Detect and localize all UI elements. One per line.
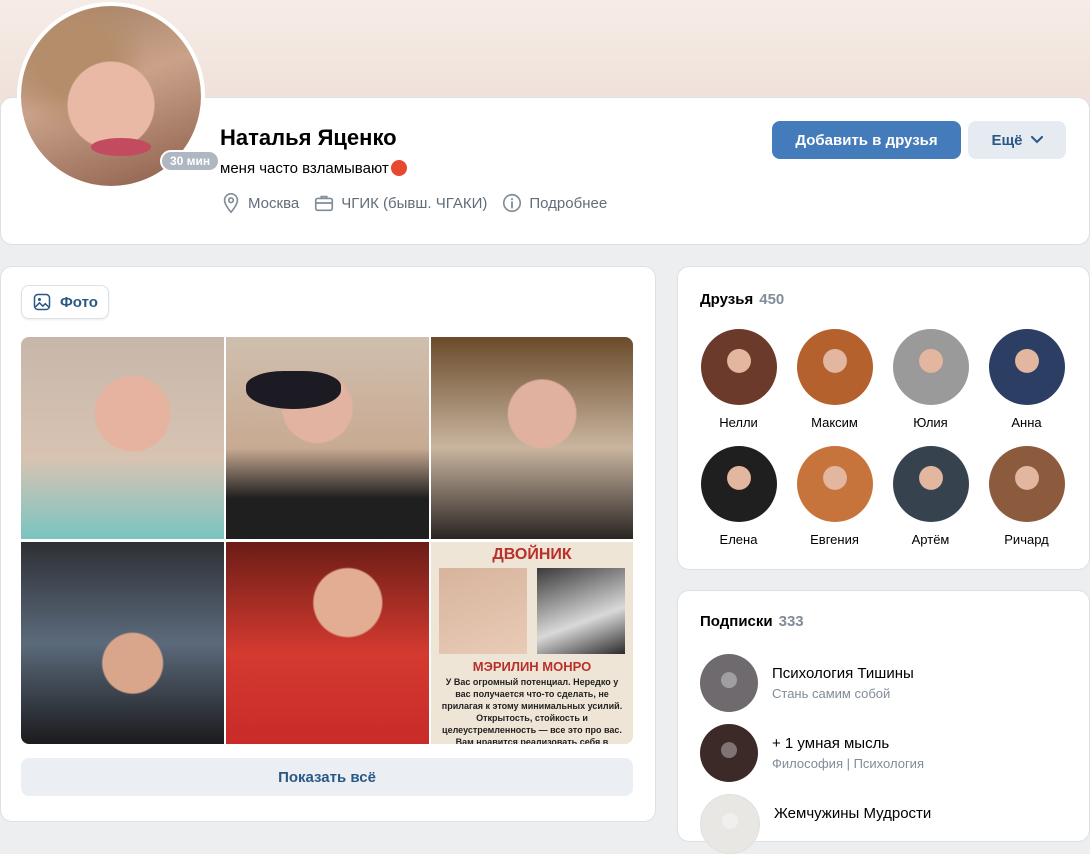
subscriptions-card: Подписки 333 Психология Тишины Стань самим… xyxy=(677,590,1090,854)
photo-card-subtitle: МЭРИЛИН МОНРО xyxy=(472,659,592,674)
friend-name[interactable]: Евгения xyxy=(810,532,859,547)
friends-title[interactable]: Друзья 450 xyxy=(700,291,784,308)
friend-avatar[interactable] xyxy=(700,446,777,522)
photo-grid: ДВОЙНИК МЭРИЛИН МОНРО У Вас огромный пот… xyxy=(21,337,633,744)
photo-thumbnail[interactable] xyxy=(21,337,224,539)
details-label[interactable]: Подробнее xyxy=(529,195,607,212)
friend-name[interactable]: Елена xyxy=(720,532,758,547)
subscription-avatar[interactable] xyxy=(700,724,758,782)
profile-meta: Москва ЧГИК (бывш. ЧГАКИ) Подробнее xyxy=(220,192,607,214)
status-text: меня часто взламывают xyxy=(220,160,389,177)
friend-item[interactable]: Юлия xyxy=(892,329,969,430)
profile-name: Наталья Яценко xyxy=(220,125,397,150)
angry-face-icon xyxy=(390,160,407,176)
location-pin-icon xyxy=(223,193,239,214)
photos-card: Фото ДВОЙНИК МЭРИЛИН МОНРО У Вас огромны… xyxy=(0,266,656,822)
friend-avatar[interactable] xyxy=(796,446,873,522)
friend-name[interactable]: Артём xyxy=(912,532,950,547)
online-badge: 30 мин xyxy=(160,150,221,172)
photo-thumbnail[interactable] xyxy=(21,542,224,744)
photo-thumbnail[interactable] xyxy=(431,337,633,539)
image-icon xyxy=(33,293,51,311)
city-label: Москва xyxy=(248,194,300,212)
friends-card: Друзья 450 Нелли Максим Юлия Анна Елена Е… xyxy=(677,266,1090,570)
subscriptions-title[interactable]: Подписки 333 xyxy=(700,613,804,630)
friend-name[interactable]: Нелли xyxy=(719,415,758,430)
add-friend-button[interactable]: Добавить в друзья xyxy=(772,121,961,159)
friend-item[interactable]: Максим xyxy=(796,329,873,430)
photo-card-face xyxy=(439,568,527,654)
meta-city: Москва xyxy=(220,192,299,214)
show-all-photos-button[interactable]: Показать всё xyxy=(21,758,633,796)
friend-item[interactable]: Анна xyxy=(988,329,1065,430)
photo-card-title: ДВОЙНИК xyxy=(492,546,572,563)
friend-avatar[interactable] xyxy=(892,446,969,522)
friend-item[interactable]: Нелли xyxy=(700,329,777,430)
profile-status: меня часто взламывают xyxy=(220,160,407,177)
friend-avatar[interactable] xyxy=(796,329,873,405)
meta-education: ЧГИК (бывш. ЧГАКИ) xyxy=(313,192,487,214)
photo-thumbnail[interactable] xyxy=(226,337,429,539)
subscriptions-title-label: Подписки xyxy=(700,613,773,630)
friends-count: 450 xyxy=(759,291,785,308)
friend-item[interactable]: Артём xyxy=(892,446,969,547)
friend-avatar[interactable] xyxy=(988,446,1065,522)
more-label: Ещё xyxy=(991,131,1023,149)
friend-item[interactable]: Елена xyxy=(700,446,777,547)
friend-item[interactable]: Евгения xyxy=(796,446,873,547)
education-label: ЧГИК (бывш. ЧГАКИ) xyxy=(341,194,488,212)
details-link[interactable]: Подробнее xyxy=(501,192,607,214)
friend-avatar[interactable] xyxy=(988,329,1065,405)
subscription-name[interactable]: + 1 умная мысль xyxy=(772,735,924,752)
friend-name[interactable]: Максим xyxy=(811,415,858,430)
more-button[interactable]: Ещё xyxy=(968,121,1066,159)
photo-thumbnail[interactable]: ДВОЙНИК МЭРИЛИН МОНРО У Вас огромный пот… xyxy=(431,542,633,744)
briefcase-icon xyxy=(315,195,334,212)
tab-photos-label: Фото xyxy=(60,293,98,311)
photo-thumbnail[interactable] xyxy=(226,542,429,744)
friend-name[interactable]: Юлия xyxy=(913,415,947,430)
friends-title-label: Друзья xyxy=(700,291,754,308)
subscriptions-count: 333 xyxy=(778,613,804,630)
friend-name[interactable]: Анна xyxy=(1011,415,1041,430)
subscription-name[interactable]: Жемчужины Мудрости xyxy=(774,805,931,822)
friend-avatar[interactable] xyxy=(892,329,969,405)
subscription-avatar[interactable] xyxy=(700,654,758,712)
avatar[interactable]: 30 мин xyxy=(17,2,221,190)
subscription-desc: Философия | Психология xyxy=(772,756,924,771)
subscription-item[interactable]: Жемчужины Мудрости xyxy=(700,794,931,854)
subscription-item[interactable]: + 1 умная мысль Философия | Психология xyxy=(700,724,924,782)
friend-avatar[interactable] xyxy=(700,329,777,405)
friend-name[interactable]: Ричард xyxy=(1004,532,1048,547)
subscription-item[interactable]: Психология Тишины Стань самим собой xyxy=(700,654,914,712)
tab-photos[interactable]: Фото xyxy=(21,285,109,319)
photo-card-text: У Вас огромный потенциал. Нередко у вас … xyxy=(441,677,623,744)
info-icon xyxy=(503,193,522,213)
chevron-down-icon xyxy=(1030,136,1043,144)
friend-item[interactable]: Ричард xyxy=(988,446,1065,547)
subscription-avatar[interactable] xyxy=(700,794,760,854)
photo-card-face xyxy=(537,568,625,654)
friends-grid: Нелли Максим Юлия Анна Елена Евгения Арт… xyxy=(700,329,1074,547)
subscription-desc: Стань самим собой xyxy=(772,686,891,701)
subscription-name[interactable]: Психология Тишины xyxy=(772,665,914,682)
